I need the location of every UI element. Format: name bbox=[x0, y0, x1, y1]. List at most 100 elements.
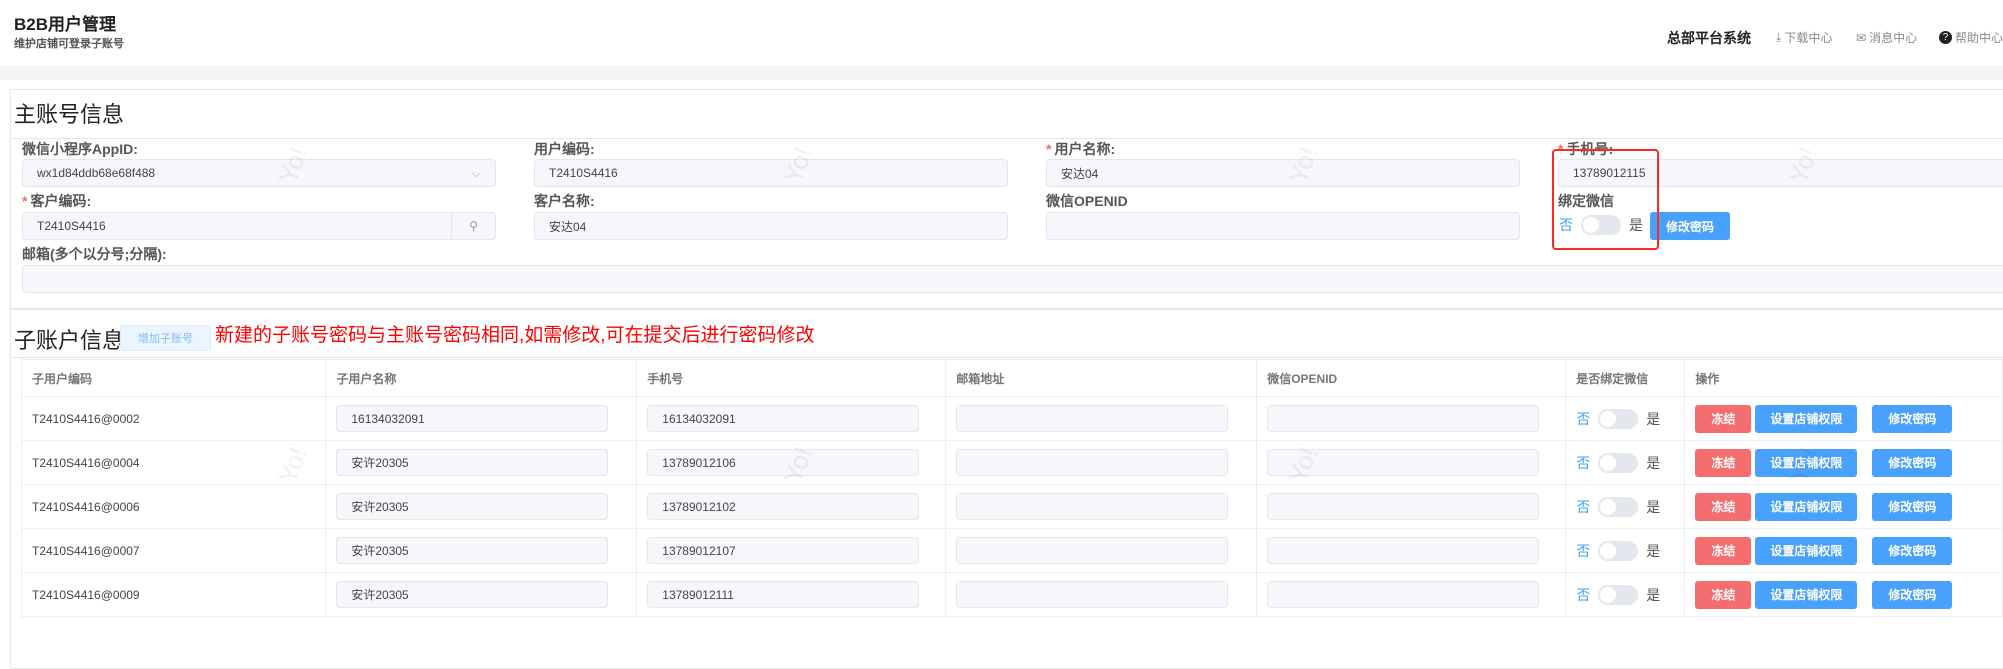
phone-field[interactable]: 13789012111 bbox=[647, 581, 920, 608]
column-header: 子用户编码 bbox=[20, 359, 327, 397]
customer-name-label: 客户名称: bbox=[534, 193, 595, 209]
set-store-permission-button[interactable]: 设置店铺权限 bbox=[1755, 536, 1858, 565]
table-row: T2410S4416@0004 安许20305 13789012106 否是冻结 设置店… bbox=[20, 440, 2003, 485]
sub-user-name-field[interactable]: 安许20305 bbox=[336, 537, 609, 564]
freeze-button[interactable]: 冻结 bbox=[1695, 448, 1752, 477]
email-cell bbox=[945, 484, 1258, 529]
bind-wechat-toggle[interactable] bbox=[1598, 496, 1639, 517]
phone-field[interactable]: 13789012106 bbox=[647, 449, 920, 476]
phone-field[interactable]: 13789012107 bbox=[647, 537, 920, 564]
toggle-yes-label: 是 bbox=[1646, 586, 1661, 603]
help-center-link[interactable]: ? 帮助中心 bbox=[1939, 29, 2003, 46]
phone-field[interactable]: 16134032091 bbox=[647, 405, 920, 432]
user-name-field[interactable]: 安达04 bbox=[1046, 159, 1520, 187]
email-field[interactable] bbox=[956, 449, 1229, 476]
change-password-button[interactable]: 修改密码 bbox=[1872, 580, 1953, 609]
link-label: 下载中心 bbox=[1784, 31, 1833, 45]
sub-user-name-field[interactable]: 安许20305 bbox=[336, 449, 609, 476]
toggle-no-label: 否 bbox=[1576, 410, 1591, 427]
freeze-button[interactable]: 冻结 bbox=[1695, 404, 1752, 433]
change-password-button[interactable]: 修改密码 bbox=[1872, 404, 1953, 433]
email-field[interactable] bbox=[956, 493, 1229, 520]
openid-cell bbox=[1256, 528, 1567, 573]
openid-field[interactable] bbox=[1046, 212, 1520, 240]
divider bbox=[10, 357, 2003, 358]
customer-code-value: T2410S4416 bbox=[37, 219, 106, 233]
bind-cell: 否是 bbox=[1565, 572, 1686, 617]
appid-value: wx1d84ddb68e68f488 bbox=[37, 166, 156, 180]
bind-wechat-toggle[interactable] bbox=[1598, 408, 1639, 429]
table-header: 子用户编码 子用户名称 手机号 邮箱地址 微信OPENID 是否绑定微信 操作 bbox=[20, 359, 2003, 397]
phone-field[interactable]: 13789012102 bbox=[647, 493, 920, 520]
sub-user-name-field[interactable]: 安许20305 bbox=[336, 581, 609, 608]
email-cell bbox=[945, 440, 1258, 485]
email-field[interactable] bbox=[956, 581, 1229, 608]
user-name-label: * 用户名称: bbox=[1046, 141, 1116, 157]
actions-cell: 冻结 设置店铺权限 修改密码 bbox=[1684, 440, 2003, 485]
email-field[interactable] bbox=[22, 265, 2003, 293]
download-center-link[interactable]: ⤓ 下载中心 bbox=[1776, 29, 1832, 46]
table-row: T2410S4416@0009 安许20305 13789012111 否是冻结 设置店… bbox=[20, 572, 2003, 617]
phone-cell: 16134032091 bbox=[636, 396, 947, 441]
customer-code-label: * 客户编码: bbox=[22, 193, 92, 209]
add-sub-account-button[interactable]: 增加子账号 bbox=[120, 325, 211, 351]
toggle-no-label: 否 bbox=[1576, 454, 1591, 471]
table-row: T2410S4416@0006 安许20305 13789012102 否是冻结 设置店… bbox=[20, 484, 2003, 529]
openid-field[interactable] bbox=[1267, 537, 1540, 564]
openid-field[interactable] bbox=[1267, 405, 1540, 432]
sub-user-name-field[interactable]: 安许20305 bbox=[336, 493, 609, 520]
table-row: T2410S4416@0002 16134032091 16134032091 否是冻… bbox=[20, 396, 2003, 441]
bind-cell: 否是 bbox=[1565, 396, 1686, 441]
chevron-down-icon: ⌵ bbox=[471, 165, 481, 180]
set-store-permission-button[interactable]: 设置店铺权限 bbox=[1755, 580, 1858, 609]
name-cell: 安许20305 bbox=[325, 528, 638, 573]
appid-select[interactable]: wx1d84ddb68e68f488 ⌵ bbox=[22, 159, 496, 187]
change-password-button[interactable]: 修改密码 bbox=[1872, 448, 1953, 477]
sub-account-table: 子用户编码 子用户名称 手机号 邮箱地址 微信OPENID 是否绑定微信 操作 T2410S… bbox=[20, 359, 2003, 617]
change-password-button[interactable]: 修改密码 bbox=[1872, 492, 1953, 521]
openid-cell bbox=[1256, 440, 1567, 485]
email-label: 邮箱(多个以分号;分隔): bbox=[22, 246, 167, 262]
freeze-button[interactable]: 冻结 bbox=[1695, 536, 1752, 565]
mail-icon: ✉ bbox=[1856, 30, 1867, 45]
openid-field[interactable] bbox=[1267, 449, 1540, 476]
column-header: 手机号 bbox=[636, 359, 947, 397]
toggle-no-label: 否 bbox=[1576, 498, 1591, 515]
actions-cell: 冻结 设置店铺权限 修改密码 bbox=[1684, 484, 2003, 529]
freeze-button[interactable]: 冻结 bbox=[1695, 492, 1752, 521]
bind-cell: 否是 bbox=[1565, 484, 1686, 529]
customer-code-field[interactable]: T2410S4416 ⚲ bbox=[22, 212, 496, 240]
name-cell: 16134032091 bbox=[325, 396, 638, 441]
bind-wechat-toggle[interactable] bbox=[1598, 452, 1639, 473]
user-code-label: 用户编码: bbox=[534, 141, 595, 157]
customer-name-field[interactable]: 安达04 bbox=[534, 212, 1008, 240]
header-divider bbox=[0, 66, 2003, 80]
search-icon[interactable]: ⚲ bbox=[451, 213, 495, 239]
name-cell: 安许20305 bbox=[325, 440, 638, 485]
sub-user-code: T2410S4416@0009 bbox=[20, 572, 327, 617]
set-store-permission-button[interactable]: 设置店铺权限 bbox=[1755, 448, 1858, 477]
openid-field[interactable] bbox=[1267, 581, 1540, 608]
main-account-title: 主账号信息 bbox=[14, 102, 125, 127]
change-password-button[interactable]: 修改密码 bbox=[1650, 212, 1730, 240]
set-store-permission-button[interactable]: 设置店铺权限 bbox=[1755, 404, 1858, 433]
message-center-link[interactable]: ✉ 消息中心 bbox=[1856, 29, 1917, 46]
openid-cell bbox=[1256, 396, 1567, 441]
email-cell bbox=[945, 396, 1258, 441]
change-password-button[interactable]: 修改密码 bbox=[1872, 536, 1953, 565]
openid-label: 微信OPENID bbox=[1046, 193, 1128, 209]
freeze-button[interactable]: 冻结 bbox=[1695, 580, 1752, 609]
openid-field[interactable] bbox=[1267, 493, 1540, 520]
email-field[interactable] bbox=[956, 405, 1229, 432]
set-store-permission-button[interactable]: 设置店铺权限 bbox=[1755, 492, 1858, 521]
bind-wechat-toggle[interactable] bbox=[1598, 540, 1639, 561]
sub-user-name-field[interactable]: 16134032091 bbox=[336, 405, 609, 432]
bind-cell: 否是 bbox=[1565, 440, 1686, 485]
bind-wechat-toggle[interactable] bbox=[1598, 584, 1639, 605]
name-cell: 安许20305 bbox=[325, 484, 638, 529]
sub-user-code: T2410S4416@0004 bbox=[20, 440, 327, 485]
page-title: B2B用户管理 bbox=[14, 15, 117, 34]
email-field[interactable] bbox=[956, 537, 1229, 564]
user-code-field[interactable]: T2410S4416 bbox=[534, 159, 1008, 187]
system-name[interactable]: 总部平台系统 bbox=[1667, 28, 1751, 48]
